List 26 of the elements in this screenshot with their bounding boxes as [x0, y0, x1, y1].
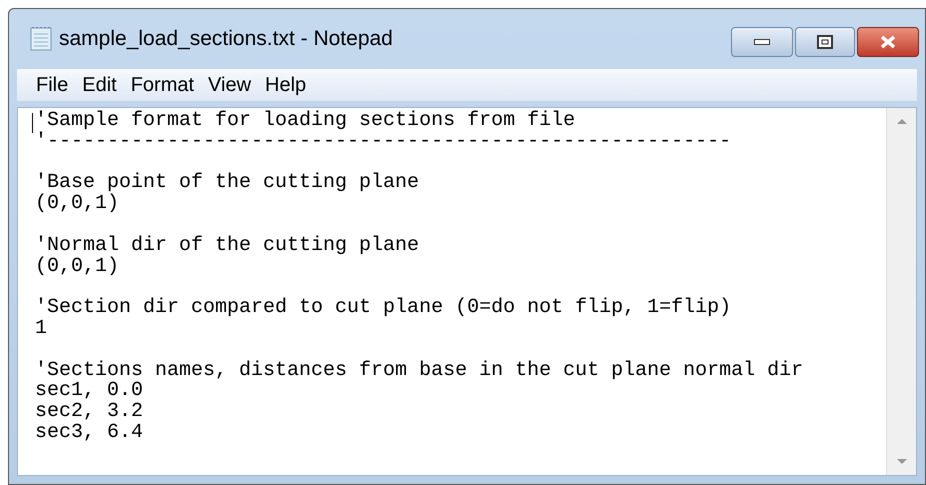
menu-item[interactable]: Edit — [77, 70, 122, 100]
text-line: (0,0,1) — [35, 256, 120, 278]
minimize-button[interactable] — [731, 27, 793, 57]
close-button[interactable] — [857, 27, 919, 57]
text-line: '--------------------------------------------------------- — [35, 132, 732, 153]
menu-item[interactable]: View — [203, 70, 256, 100]
menu-item[interactable]: File — [31, 70, 74, 100]
minimize-icon — [754, 39, 770, 45]
maximize-button[interactable] — [795, 27, 855, 57]
window-title: sample_load_sections.txt - Notepad — [59, 26, 393, 52]
text-line: 'Base point of the cutting plane — [35, 173, 420, 194]
menu-item[interactable]: Help — [260, 70, 312, 100]
text-line: sec3, 6.4 — [35, 422, 144, 444]
close-icon — [880, 35, 896, 49]
text-line: (0,0,1) — [35, 194, 120, 215]
text-line: 'Section dir compared to cut plane (0=do not flip, 1=flip) — [35, 298, 732, 319]
menu-item[interactable]: Format — [126, 70, 200, 100]
text-line: 1 — [35, 318, 48, 340]
text-cursor — [32, 113, 33, 133]
text-line: sec2, 3.2 — [35, 402, 144, 423]
maximize-icon — [817, 35, 833, 49]
text-line: 'Sample format for loading sections from file — [35, 111, 576, 132]
text-line: 'Sections names, distances from base in the cut plane normal dir — [35, 360, 804, 382]
text-line: sec1, 0.0 — [35, 381, 144, 402]
notepad-icon — [29, 26, 53, 52]
text-line: 'Normal dir of the cutting plane — [35, 236, 420, 257]
